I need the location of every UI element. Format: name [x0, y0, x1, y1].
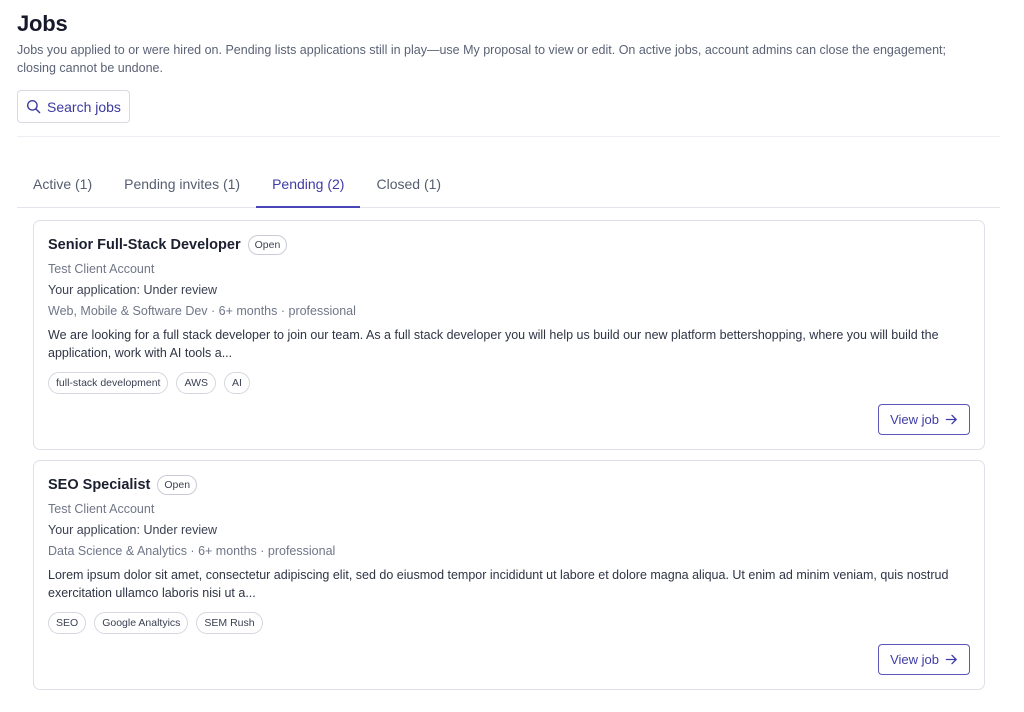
job-description: We are looking for a full stack develope…: [48, 328, 939, 360]
client-name: Test Client Account: [48, 502, 155, 516]
view-job-button[interactable]: View job: [878, 404, 970, 435]
view-job-button[interactable]: View job: [878, 644, 970, 675]
skill-tags: full-stack development AWS AI: [48, 372, 250, 394]
tab-closed[interactable]: Closed (1): [360, 161, 457, 207]
job-card: Senior Full-Stack Developer Open Test Cl…: [33, 220, 985, 450]
skill-tag: AI: [224, 372, 250, 394]
job-description: Lorem ipsum dolor sit amet, consectetur …: [48, 568, 949, 600]
view-job-label: View job: [890, 652, 939, 667]
skill-tag: AWS: [176, 372, 216, 394]
skill-tags: SEO Google Analtyics SEM Rush: [48, 612, 263, 634]
page-description: Jobs you applied to or were hired on. Pe…: [17, 43, 946, 75]
arrow-right-icon: [945, 414, 957, 425]
skill-tag: SEM Rush: [196, 612, 263, 634]
application-status: Your application: Under review: [48, 283, 218, 297]
client-name: Test Client Account: [48, 262, 155, 276]
status-badge: Open: [247, 235, 288, 255]
job-tabs: Active (1) Pending invites (1) Pending (…: [17, 161, 1000, 208]
skill-tag: full-stack development: [48, 372, 169, 394]
job-title-row: SEO Specialist Open: [48, 475, 198, 495]
job-title[interactable]: SEO Specialist: [48, 477, 150, 493]
search-jobs-button[interactable]: Search jobs: [17, 90, 130, 123]
job-meta: Web, Mobile & Software Dev · 6+ months ·…: [48, 304, 356, 318]
skill-tag: SEO: [48, 612, 87, 634]
job-title-row: Senior Full-Stack Developer Open: [48, 235, 288, 255]
tab-active[interactable]: Active (1): [17, 161, 108, 207]
search-jobs-label: Search jobs: [47, 98, 121, 115]
header-divider: [17, 136, 1000, 137]
job-meta: Data Science & Analytics · 6+ months · p…: [48, 544, 336, 558]
page-title: Jobs: [17, 11, 68, 36]
view-job-label: View job: [890, 412, 939, 427]
arrow-right-icon: [945, 654, 957, 665]
application-status: Your application: Under review: [48, 523, 218, 537]
search-icon: [26, 99, 41, 114]
tab-pending[interactable]: Pending (2): [256, 161, 361, 208]
tab-pending-invites[interactable]: Pending invites (1): [108, 161, 256, 207]
job-card: SEO Specialist Open Test Client Account …: [33, 460, 985, 690]
job-title[interactable]: Senior Full-Stack Developer: [48, 237, 241, 253]
status-badge: Open: [157, 475, 198, 495]
skill-tag: Google Analtyics: [94, 612, 189, 634]
